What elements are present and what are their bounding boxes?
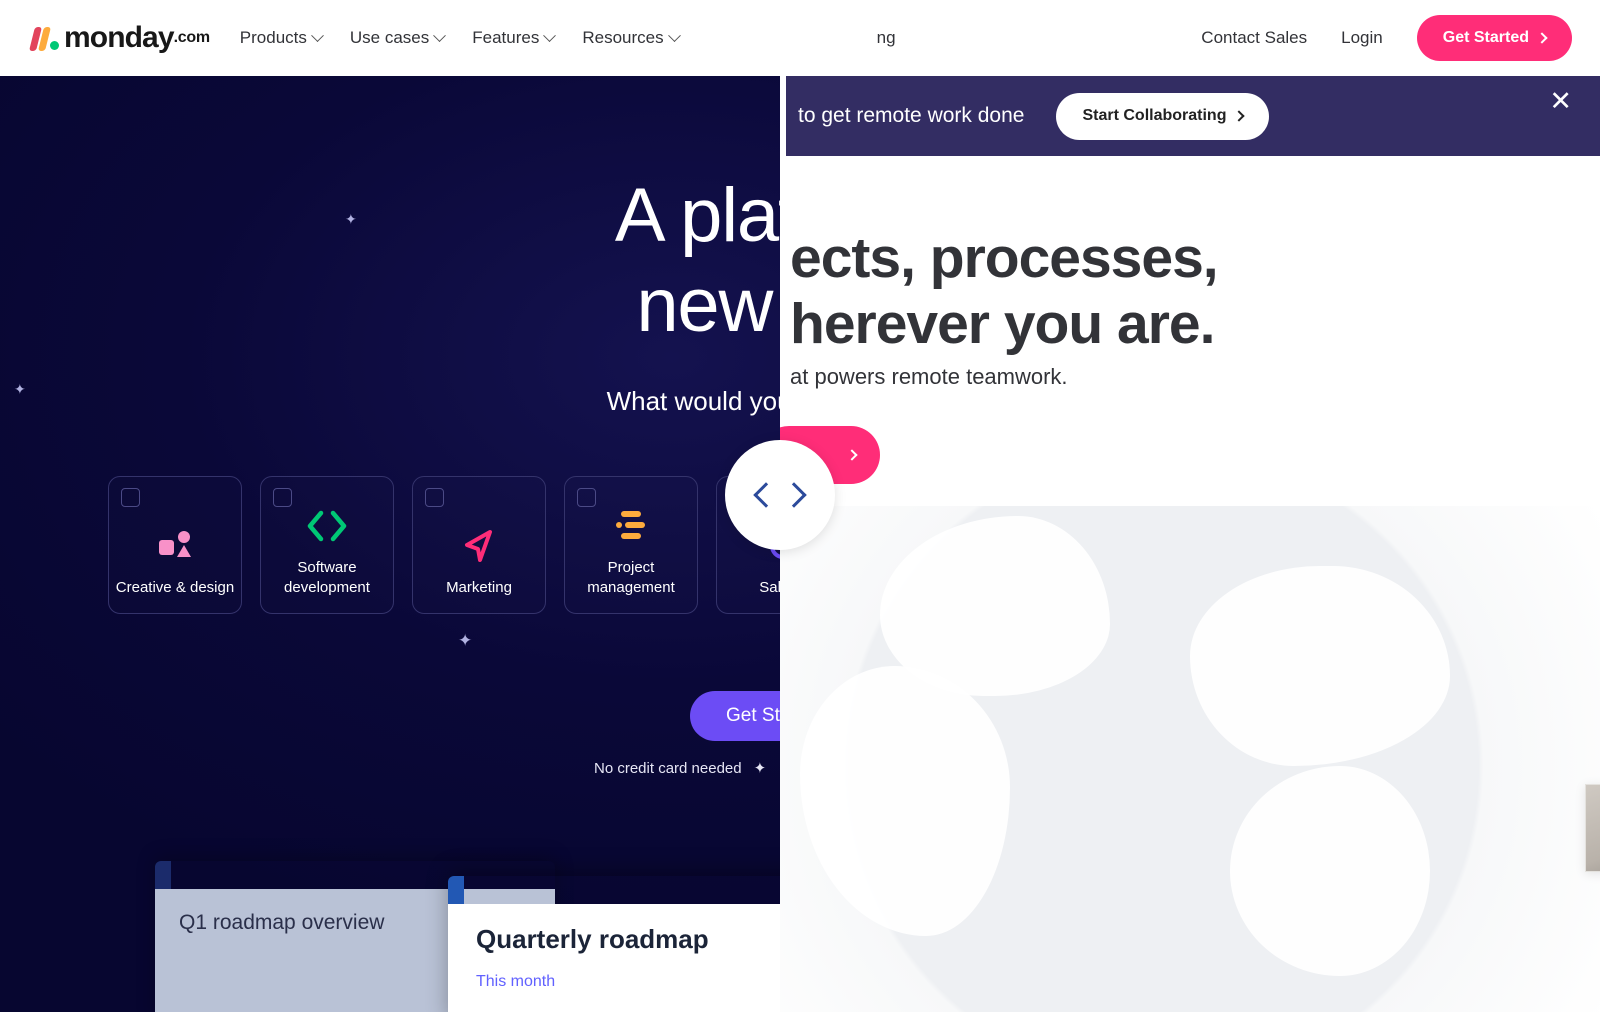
logo-marks-icon (29, 25, 59, 51)
category-checkbox[interactable] (577, 488, 596, 507)
chevron-down-icon (311, 28, 324, 42)
no-credit-card-label: No credit card needed (594, 759, 742, 777)
category-label: Marketing (446, 578, 512, 596)
promo-banner-text: to get remote work done (798, 104, 1025, 127)
list-icon (611, 504, 651, 548)
nav-links: Products Use cases Features Resources ng (240, 28, 896, 48)
nav-item-resources[interactable]: Resources (582, 28, 681, 48)
nav-label: Products (239, 28, 307, 47)
chevron-down-icon (543, 28, 557, 42)
video-tile-participant (1585, 784, 1600, 872)
nav-item-pricing[interactable]: ng (877, 28, 896, 48)
get-started-button[interactable]: Get Started (1416, 15, 1572, 61)
chevron-right-icon (1536, 32, 1548, 44)
nav-right-group: Contact Sales Login Get Started (1201, 15, 1572, 61)
carousel-nav (725, 440, 835, 550)
get-started-label: Get Started (1442, 29, 1529, 46)
chevron-right-icon (846, 449, 858, 461)
continent-shape (1230, 766, 1430, 976)
no-credit-card-note: No credit card needed ✦ (594, 759, 767, 778)
category-label: Software development (284, 559, 370, 596)
promo-banner: to get remote work done Start Collaborat… (786, 76, 1600, 156)
megaphone-icon (459, 524, 499, 568)
nav-item-features[interactable]: Features (472, 28, 557, 48)
category-label: Project management (587, 559, 675, 596)
globe-illustration (780, 506, 1600, 1012)
chevron-down-icon (667, 28, 681, 42)
continent-shape (1190, 566, 1450, 766)
code-icon (305, 504, 349, 548)
window-titlebar (155, 861, 171, 889)
category-card-marketing[interactable]: Marketing (412, 476, 546, 614)
right-page-subheadline: at powers remote teamwork. (790, 364, 1068, 389)
category-card-software-development[interactable]: Software development (260, 476, 394, 614)
monday-logo[interactable]: monday .com (29, 21, 210, 54)
close-icon[interactable]: ✕ (1549, 88, 1572, 115)
logo-suffix: .com (173, 29, 210, 46)
contact-sales-link[interactable]: Contact Sales (1201, 28, 1307, 48)
right-page-headline: ects, processes, herever you are. (790, 226, 1590, 357)
logo-text: monday (64, 21, 175, 54)
category-label: Creative & design (115, 578, 235, 596)
continent-shape (800, 666, 1010, 936)
start-collaborating-label: Start Collaborating (1082, 107, 1227, 124)
login-link[interactable]: Login (1341, 28, 1383, 48)
sparkle-icon: ✦ (458, 631, 473, 650)
top-navbar: monday .com Products Use cases Features … (0, 0, 1600, 76)
nav-label: ng (876, 28, 896, 47)
chevron-right-icon (1233, 110, 1246, 122)
sparkle-icon: ✦ (753, 760, 767, 777)
category-card-creative-design[interactable]: Creative & design (108, 476, 242, 614)
nav-item-products[interactable]: Products (239, 28, 324, 48)
nav-label: Features (472, 28, 540, 47)
page-root: monday .com Products Use cases Features … (0, 0, 1600, 1012)
shapes-icon (155, 524, 195, 568)
chevron-left-icon[interactable] (753, 482, 779, 508)
right-headline-line1: ects, processes, (790, 226, 1219, 290)
category-checkbox[interactable] (273, 488, 292, 507)
category-checkbox[interactable] (121, 488, 140, 507)
chevron-down-icon (433, 28, 447, 42)
nav-label: Resources (582, 28, 664, 47)
window-titlebar (448, 876, 464, 904)
category-checkbox[interactable] (425, 488, 444, 507)
nav-label: Use cases (349, 28, 430, 47)
right-overlay-page: to get remote work done Start Collaborat… (780, 76, 1600, 1012)
start-collaborating-button[interactable]: Start Collaborating (1056, 92, 1270, 140)
nav-item-use-cases[interactable]: Use cases (349, 28, 447, 48)
chevron-right-icon[interactable] (781, 482, 807, 508)
right-headline-line2: herever you are. (790, 291, 1215, 356)
category-card-project-management[interactable]: Project management (564, 476, 698, 614)
